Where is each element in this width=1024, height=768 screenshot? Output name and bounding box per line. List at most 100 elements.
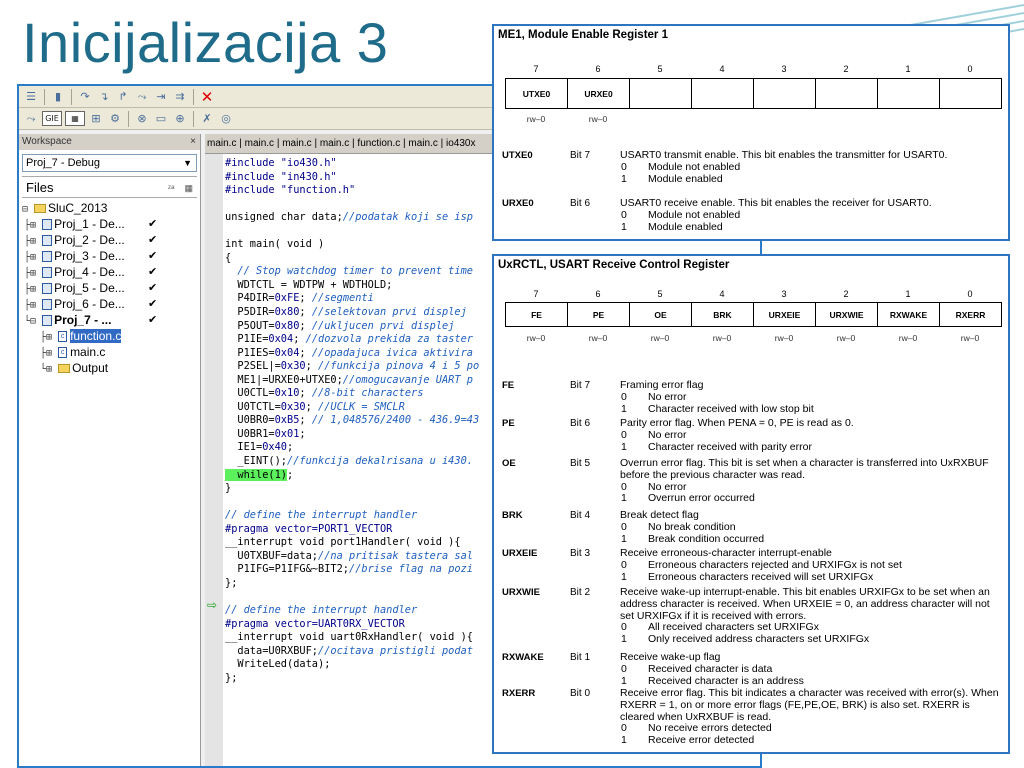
field-description: Receive wake-up flag 0 Received character … [620,651,1004,687]
field-option: 1 Erroneous characters received will set … [620,571,1004,584]
field-description: Framing error flag 0 No error 1 Character re… [620,379,1004,416]
tree-item[interactable]: ├⊞ Proj_2 - De... ✔ [22,232,200,248]
tree-expander-icon[interactable]: ├⊞ [24,300,42,311]
c-file-icon: c [58,331,68,343]
option-value: 0 [621,208,627,221]
code-line: U0TXBUF=data;//na pritisak tastera sal [225,550,479,564]
step-out-icon[interactable]: ↱ [115,89,131,105]
reset-value: rw–0 [774,333,794,343]
debug-icon[interactable]: ▦ [65,111,85,126]
code-token: 0x04 [268,333,294,346]
workspace-panel: Workspace × Proj_7 - Debug ▼ Files ᶻᵃ ▦ … [19,134,201,766]
code-token: #include "in430.h" [225,170,337,183]
tree-item[interactable]: ├⊞ Proj_6 - De... ✔ [22,296,200,312]
tree-expander-icon[interactable]: ├⊞ [24,220,42,231]
tree-expander-icon[interactable]: ├⊞ [40,348,58,359]
code-token: //brise flag na pozi [349,563,473,576]
register-field: RXWAKE [877,302,940,327]
make-icon[interactable]: ⤳ [23,111,39,127]
option-value: 1 [621,734,627,747]
tree-item[interactable]: ├⊞ c function.c [22,328,200,344]
register-bit-table: UTXE0 URXE0 [505,78,1002,109]
tree-item-label: SluC_2013 [48,201,108,215]
disable-breakpoints-icon[interactable]: ✗ [199,111,215,127]
register-field [877,78,940,109]
configuration-select[interactable]: Proj_7 - Debug ▼ [22,154,197,172]
tree-item[interactable]: └⊞ Output [22,360,200,376]
code-token: P5OUT= [225,319,275,332]
tree-expander-icon[interactable]: ⊟ [22,204,34,215]
go-icon[interactable]: ⇉ [172,89,188,105]
download-icon[interactable]: ⊕ [172,111,188,127]
field-name: RXERR [502,688,536,699]
tree-item[interactable]: ├⊞ c main.c [22,344,200,360]
tree-item[interactable]: ⊟ SluC_2013 [22,200,200,216]
project-icon [42,251,53,263]
tree-expander-icon[interactable]: ├⊞ [24,252,42,263]
tree-expander-icon[interactable]: └⊟ [24,316,42,327]
next-statement-icon[interactable]: ⤳ [134,89,150,105]
indent-icon[interactable]: ☰ [23,89,39,105]
run-to-cursor-icon[interactable]: ⇥ [153,89,169,105]
code-line: ME1|=URXE0+UTXE0;//omogucavanje UART p [225,374,479,388]
checkmark-icon: ✔ [148,250,158,262]
register-field [939,78,1002,109]
field-description: Break detect flag 0 No break condition 1 Bre… [620,509,1004,545]
step-into-icon[interactable]: ↴ [96,89,112,105]
option-meaning: Module not enabled [648,208,741,221]
field-option: 0 Erroneous characters rejected and URXIF… [620,559,1004,572]
tree-item[interactable]: ├⊞ Proj_3 - De... ✔ [22,248,200,264]
field-description: Overrun error flag. This bit is set when… [620,457,1004,505]
sort-icon[interactable]: ᶻᵃ ▦ [168,177,193,199]
tree-expander-icon[interactable]: ├⊞ [24,236,42,247]
chip-icon[interactable]: ◎ [218,111,234,127]
stop-debug-icon[interactable]: ✕ [199,89,215,105]
code-token: 0x40 [262,441,288,454]
reset-value: rw–0 [588,114,608,124]
tree-item[interactable]: ├⊞ Proj_1 - De... ✔ [22,216,200,232]
code-token: ; [305,360,319,373]
step-over-icon[interactable]: ↷ [77,89,93,105]
tree-item[interactable]: ├⊞ Proj_5 - De... ✔ [22,280,200,296]
code-line: #pragma vector=UART0RX_VECTOR [225,618,479,632]
tree-item[interactable]: └⊟ Proj_7 - ... ✔ [22,312,200,328]
field-option: 1 Only received address characters set UR… [620,633,1004,646]
option-value: 0 [621,428,627,441]
option-value: 0 [621,520,627,533]
project-icon [42,219,53,231]
bookmark-icon[interactable]: ▮ [50,89,66,105]
option-value: 1 [621,532,627,545]
memory-icon[interactable]: ▭ [153,111,169,127]
source-code[interactable]: #include "io430.h" #include "in430.h" #inc… [225,157,479,685]
c-file-icon: c [58,347,68,359]
bit-number: 1 [905,289,911,299]
field-option: 1 Character received with low stop bit [620,403,1004,416]
tree-expander-icon[interactable]: ├⊞ [24,284,42,295]
option-value: 1 [621,633,627,646]
tree-item[interactable]: ├⊞ Proj_4 - De... ✔ [22,264,200,280]
code-token: 0x80 [274,319,300,332]
tree-item-label: Proj_3 - De... [54,249,125,263]
close-icon[interactable]: × [190,134,196,150]
tree-item-label: main.c [70,345,106,359]
code-line: // define the interrupt handler [225,509,479,523]
tree-expander-icon[interactable]: ├⊞ [40,332,58,343]
uxrctl-register-panel: UxRCTL, USART Receive Control Register 7… [492,254,1010,754]
field-bit: Bit 5 [570,458,591,469]
tree-expander-icon[interactable]: └⊞ [40,364,58,375]
code-token: #include "function.h" [225,184,356,197]
code-token: U0CTL= [225,387,275,400]
reset-icon[interactable]: ⊞ [88,111,104,127]
tree-expander-icon[interactable]: ├⊞ [24,268,42,279]
gie-icon[interactable]: GIE [42,111,62,126]
reset-value: rw–0 [526,114,546,124]
watch-icon[interactable]: ⊗ [134,111,150,127]
code-token: WDTCTL = WDTPW + WDTHOLD; [225,278,393,291]
code-line: #include "io430.h" [225,157,479,171]
code-token: 0x10 [274,387,300,400]
field-bit: Bit 6 [570,198,591,209]
code-token: // Stop watchdog timer to prevent time [225,265,473,278]
field-option: 1 Overrun error occurred [620,493,1004,505]
code-token: ; [287,468,294,481]
breakpoint-icon[interactable]: ⚙ [107,111,123,127]
